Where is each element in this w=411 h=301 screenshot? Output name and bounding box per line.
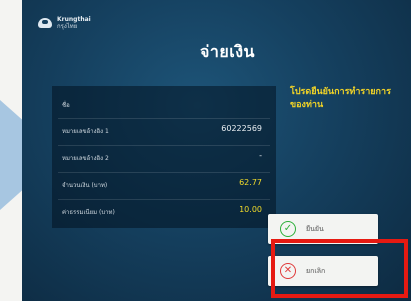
detail-value: 60222569 — [221, 124, 262, 133]
detail-label: จำนวนเงิน (บาท) — [62, 182, 108, 189]
detail-value: - — [259, 151, 262, 160]
detail-row-amount: จำนวนเงิน (บาท) 62.77 — [52, 174, 276, 196]
cancel-highlight-box — [271, 239, 408, 298]
confirm-button-label: ยืนยัน — [306, 224, 324, 233]
detail-value: 62.77 — [239, 178, 262, 187]
brand-sub: กรุงไทย — [57, 23, 78, 30]
divider — [58, 118, 270, 119]
detail-value: 10.00 — [239, 205, 262, 214]
brand-name: Krungthai — [57, 16, 91, 23]
divider — [58, 145, 270, 146]
divider — [58, 199, 270, 200]
bank-logo-icon — [38, 18, 52, 28]
detail-row-ref2: หมายเลขอ้างอิง 2 - — [52, 147, 276, 169]
detail-row-name: ชื่อ — [52, 94, 276, 116]
detail-row-fee: ค่าธรรมเนียม (บาท) 10.00 — [52, 201, 276, 223]
detail-label: ค่าธรรมเนียม (บาท) — [62, 209, 115, 216]
detail-label: ชื่อ — [62, 102, 70, 109]
brand-logo: Krungthai กรุงไทย — [38, 16, 91, 30]
detail-label: หมายเลขอ้างอิง 2 — [62, 155, 109, 162]
payment-details-panel: ชื่อ หมายเลขอ้างอิง 1 60222569 หมายเลขอ้… — [52, 86, 276, 228]
confirm-prompt: โปรดยืนยันการทำรายการของท่าน — [290, 87, 391, 110]
check-circle-icon: ✓ — [280, 221, 296, 237]
detail-label: หมายเลขอ้างอิง 1 — [62, 128, 109, 135]
page-title: จ่ายเงิน — [200, 42, 255, 61]
detail-row-ref1: หมายเลขอ้างอิง 1 60222569 — [52, 120, 276, 142]
divider — [58, 172, 270, 173]
